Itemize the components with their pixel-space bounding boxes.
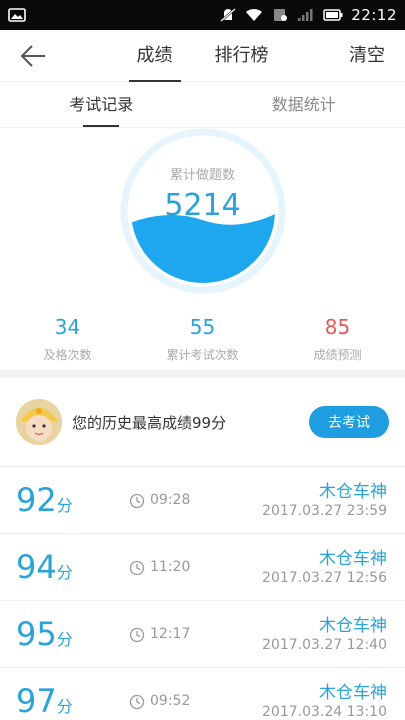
list-item[interactable]: 95分 12:17 木仓车神 2017.03.27 12:40: [0, 600, 405, 667]
top-tabs: 成绩 排行榜: [0, 30, 405, 82]
record-user-name: 木仓车神: [319, 482, 387, 502]
gauge-caption: 累计做题数: [169, 168, 235, 183]
section-divider: [0, 370, 405, 378]
record-date: 2017.03.24 13:10: [262, 704, 387, 720]
record-user-name: 木仓车神: [319, 683, 387, 703]
list-item[interactable]: 94分 11:20 木仓车神 2017.03.27 12:56: [0, 533, 405, 600]
sim-icon: [274, 9, 288, 21]
score-unit: 分: [56, 630, 73, 649]
tab-data-statistics[interactable]: 数据统计: [203, 82, 405, 127]
tab-exam-records[interactable]: 考试记录: [0, 82, 203, 127]
record-duration: 12:17: [150, 626, 191, 642]
record-date: 2017.03.27 12:40: [262, 637, 387, 653]
record-score: 97分: [16, 682, 73, 720]
score-value: 94: [16, 548, 57, 586]
list-item[interactable]: 97分 09:52 木仓车神 2017.03.24 13:10: [0, 667, 405, 720]
stat-value: 55: [189, 315, 216, 339]
avatar: [16, 399, 62, 445]
take-exam-button[interactable]: 去考试: [309, 406, 389, 438]
tab-scores[interactable]: 成绩: [128, 30, 181, 82]
image-notification-icon: [8, 8, 26, 22]
record-user-name: 木仓车神: [319, 616, 387, 636]
clear-button[interactable]: 清空: [349, 30, 385, 82]
stat-label: 成绩预测: [313, 348, 362, 362]
record-date: 2017.03.27 12:56: [262, 570, 387, 586]
score-value: 95: [16, 615, 57, 653]
clock-icon: [129, 560, 145, 576]
status-bar: 22:12: [0, 0, 405, 30]
clock-time: 22:12: [351, 6, 397, 24]
record-user-name: 木仓车神: [319, 549, 387, 569]
exam-record-list: 92分 09:28 木仓车神 2017.03.27 23:59 94分 11:2…: [0, 466, 405, 720]
baby-avatar-icon: [16, 399, 62, 445]
score-value: 97: [16, 682, 57, 720]
tab-leaderboard[interactable]: 排行榜: [207, 30, 277, 82]
record-score: 95分: [16, 615, 73, 653]
stat-value: 85: [324, 315, 351, 339]
signal-icon: [298, 9, 313, 21]
clock-icon: [129, 493, 145, 509]
stat-pass-count: 34 及格次数: [0, 314, 135, 370]
record-score: 92分: [16, 481, 73, 519]
list-item[interactable]: 92分 09:28 木仓车神 2017.03.27 23:59: [0, 466, 405, 533]
battery-icon: [323, 9, 343, 21]
sub-tabs: 考试记录 数据统计: [0, 82, 405, 128]
best-score-row: 您的历史最高成绩99分 去考试: [0, 378, 405, 466]
question-count-gauge: 累计做题数 5214: [0, 128, 405, 314]
gauge-wave-fill: [131, 212, 275, 283]
stats-row: 34 及格次数 55 累计考试次数 85 成绩预测: [0, 314, 405, 370]
score-unit: 分: [56, 563, 73, 582]
record-duration: 09:52: [150, 693, 191, 709]
record-date: 2017.03.27 23:59: [262, 503, 387, 519]
gauge-value: 5214: [164, 188, 241, 223]
stat-total-exams: 55 累计考试次数: [135, 314, 270, 370]
stat-score-prediction: 85 成绩预测: [270, 314, 405, 370]
score-unit: 分: [56, 697, 73, 716]
stat-label: 及格次数: [43, 348, 92, 362]
wifi-icon: [246, 8, 263, 21]
best-score-text: 您的历史最高成绩99分: [72, 413, 227, 432]
record-duration: 11:20: [150, 559, 191, 575]
stat-value: 34: [54, 315, 81, 339]
clock-icon: [129, 627, 145, 643]
score-value: 92: [16, 481, 57, 519]
stat-label: 累计考试次数: [166, 348, 239, 362]
record-duration: 09:28: [150, 492, 191, 508]
mute-icon: [220, 8, 237, 22]
score-unit: 分: [56, 496, 73, 515]
clock-icon: [129, 694, 145, 710]
record-score: 94分: [16, 548, 73, 586]
header: 成绩 排行榜 清空: [0, 30, 405, 82]
